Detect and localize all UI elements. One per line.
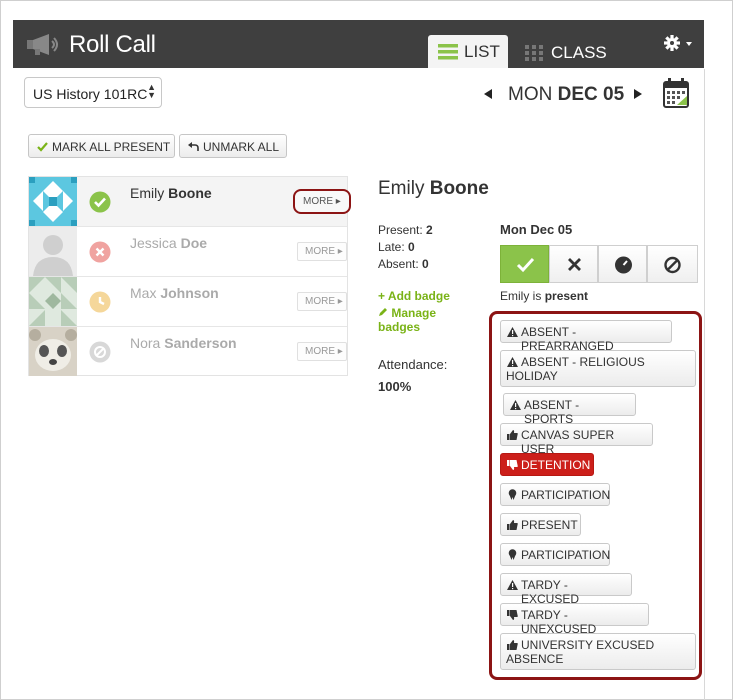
select-arrows-icon: ▲ ▼: [147, 82, 156, 100]
late-status-icon[interactable]: [89, 291, 111, 318]
more-button[interactable]: MORE ▸: [293, 189, 351, 214]
attendance-label: Attendance:: [378, 357, 448, 372]
ban-icon: [664, 256, 681, 274]
badge-absent-religious-holiday[interactable]: ABSENT - RELIGIOUS HOLIDAY: [500, 350, 696, 387]
student-row-emily-boone[interactable]: Emily Boone MORE ▸: [29, 177, 351, 227]
pencil-icon: [378, 306, 391, 320]
student-name: Emily Boone: [130, 185, 212, 201]
calendar-icon[interactable]: [663, 78, 689, 113]
thumbs-up-icon: [507, 639, 518, 653]
ribbon-icon: [507, 489, 518, 503]
badge-participation[interactable]: PARTICIPATION: [500, 543, 610, 566]
manage-badges-link[interactable]: Manage badges: [378, 306, 436, 334]
student-name: Jessica Doe: [130, 235, 208, 251]
student-detail-name: Emily Boone: [378, 178, 489, 199]
warning-icon: [507, 579, 518, 593]
next-day-icon[interactable]: [632, 87, 644, 105]
more-button[interactable]: MORE ▸: [297, 242, 347, 261]
thumbs-up-icon: [507, 429, 518, 443]
megaphone-icon: [27, 34, 61, 61]
date-date: DEC 05: [557, 84, 625, 105]
more-button[interactable]: MORE ▸: [297, 292, 347, 311]
mark-present-button[interactable]: [500, 245, 549, 283]
avatar: [29, 227, 77, 276]
prev-day-icon[interactable]: [482, 87, 494, 105]
add-badge-link[interactable]: + Add badge: [378, 289, 450, 303]
unmarked-status-icon[interactable]: [89, 341, 111, 368]
student-name: Max Johnson: [130, 285, 219, 301]
warning-icon: [507, 356, 518, 370]
badge-university-excused-absence[interactable]: UNIVERSITY EXCUSED ABSENCE: [500, 633, 696, 670]
student-list: Emily Boone MORE ▸ Jessica Doe MORE ▸ Ma…: [28, 176, 351, 377]
thumbs-up-icon: [507, 519, 518, 533]
attendance-status-toggle: [500, 245, 698, 283]
close-icon: [568, 258, 581, 271]
thumbs-down-icon: [507, 609, 518, 623]
course-select-value: US History 101RC: [33, 86, 148, 102]
student-row-max-johnson[interactable]: Max Johnson MORE ▸: [29, 277, 347, 327]
mark-absent-button[interactable]: [549, 245, 598, 283]
mark-all-present-label: MARK ALL PRESENT: [52, 140, 171, 154]
more-button[interactable]: MORE ▸: [297, 342, 347, 361]
avatar: [29, 277, 77, 326]
absent-status-icon[interactable]: [89, 241, 111, 268]
badge-participation[interactable]: PARTICIPATION: [500, 483, 610, 506]
thumbs-down-icon: [507, 459, 518, 473]
status-summary: Emily is present: [500, 289, 589, 303]
mark-unmarked-button[interactable]: [647, 245, 698, 283]
current-date: MON DEC 05: [508, 84, 624, 106]
grid-icon: [525, 45, 543, 66]
tab-class-label: CLASS: [551, 43, 607, 62]
avatar: [29, 327, 77, 376]
unmark-all-button[interactable]: UNMARK ALL: [179, 134, 287, 158]
present-count: Present: 2: [378, 223, 433, 237]
late-count: Late: 0: [378, 240, 415, 254]
mark-all-present-button[interactable]: MARK ALL PRESENT: [28, 134, 175, 158]
badge-canvas-super-user[interactable]: CANVAS SUPER USER: [500, 423, 653, 456]
attendance-value: 100%: [378, 379, 412, 394]
student-name: Nora Sanderson: [130, 335, 237, 351]
warning-icon: [507, 326, 518, 340]
warning-icon: [510, 399, 521, 413]
tab-list-label: LIST: [464, 42, 500, 61]
scroll-divider: [704, 69, 705, 700]
list-icon: [438, 44, 458, 65]
mark-late-button[interactable]: [598, 245, 647, 283]
badge-tardy-excused[interactable]: TARDY - EXCUSED: [500, 573, 632, 606]
unmark-all-label: UNMARK ALL: [203, 140, 280, 154]
badge-detention[interactable]: DETENTION: [500, 453, 594, 476]
absent-count: Absent: 0: [378, 257, 429, 271]
undo-icon: [188, 141, 199, 155]
student-row-jessica-doe[interactable]: Jessica Doe MORE ▸: [29, 227, 347, 277]
badge-absent-sports[interactable]: ABSENT - SPORTS: [503, 393, 636, 426]
day-title: Mon Dec 05: [500, 222, 573, 237]
check-icon: [37, 141, 48, 155]
app-header: Roll Call LIST CLASS: [13, 20, 704, 68]
student-row-nora-sanderson[interactable]: Nora Sanderson MORE ▸: [29, 327, 347, 377]
tab-list[interactable]: LIST: [428, 35, 508, 68]
clock-icon: [615, 256, 632, 274]
date-day: MON: [508, 84, 553, 105]
app-title: Roll Call: [69, 31, 156, 58]
badge-tardy-unexcused[interactable]: TARDY - UNEXCUSED: [500, 603, 649, 636]
gear-icon[interactable]: [663, 34, 695, 59]
check-icon: [516, 257, 535, 273]
course-select[interactable]: US History 101RC ▲ ▼: [24, 77, 162, 108]
badge-present[interactable]: PRESENT: [500, 513, 581, 536]
present-status-icon[interactable]: [89, 191, 111, 218]
avatar: [29, 177, 77, 226]
tab-class[interactable]: CLASS: [523, 35, 613, 68]
ribbon-icon: [507, 549, 518, 563]
badge-absent-prearranged[interactable]: ABSENT - PREARRANGED: [500, 320, 672, 353]
